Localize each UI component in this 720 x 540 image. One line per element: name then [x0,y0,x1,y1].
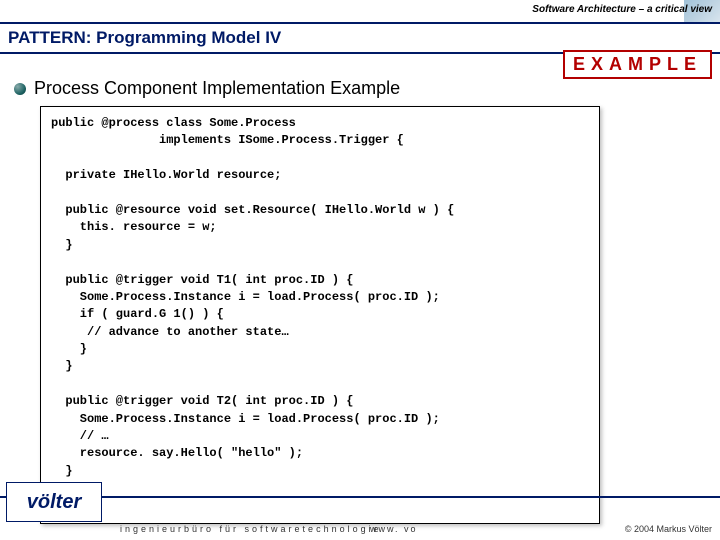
footer: völter ingenieurbüro für softwaretechnol… [0,496,720,540]
logo: völter [6,482,102,522]
code-box: public @process class Some.Process imple… [40,106,600,524]
logo-text: völter [27,491,81,514]
footer-divider [0,496,720,498]
footer-copyright: © 2004 Markus Völter [625,524,712,534]
header-subtitle: Software Architecture – a critical view [532,4,712,15]
bullet-text: Process Component Implementation Example [34,78,400,99]
footer-tagline: ingenieurbüro für softwaretechnologie [120,524,382,534]
example-badge: EXAMPLE [563,50,712,79]
bullet-icon [14,83,26,95]
footer-url: www. vo [370,524,418,534]
page-title: PATTERN: Programming Model IV [8,28,281,47]
bullet-row: Process Component Implementation Example [14,78,400,99]
code-content: public @process class Some.Process imple… [51,115,589,515]
